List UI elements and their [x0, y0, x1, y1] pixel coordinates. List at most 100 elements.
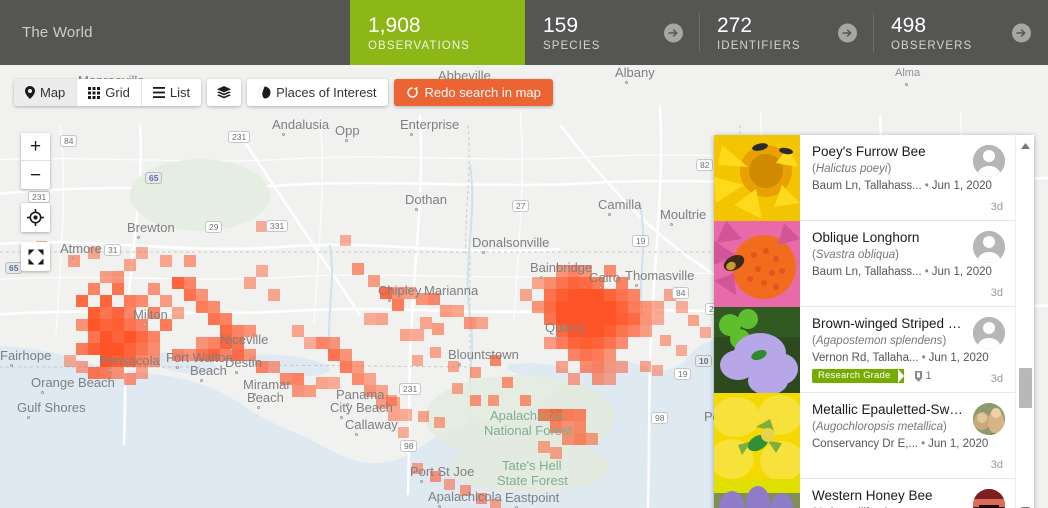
- map-view-toggle-group: Map Grid List: [14, 79, 202, 106]
- map-viewport[interactable]: MonroevilleAbbevilleAlbanyAlmaAndalusiaO…: [0, 65, 1048, 508]
- stat-observers[interactable]: 498 OBSERVERS: [873, 0, 1047, 65]
- observation-location: Conservancy Dr E,...: [812, 438, 919, 450]
- observation-time-ago: 3d: [990, 201, 1003, 213]
- observation-common-name[interactable]: Western Honey Bee: [812, 488, 964, 504]
- places-of-interest-label: Places of Interest: [276, 85, 377, 100]
- stat-species[interactable]: 159 SPECIES: [525, 0, 699, 65]
- bee-on-yellow-sunflower-image: [714, 135, 800, 221]
- arrow-right-icon: [668, 28, 678, 37]
- observation-location: Vernon Rd, Tallaha...: [812, 352, 919, 364]
- observation-location-date: Baum Ln, Tallahass... • Jun 1, 2020: [812, 179, 1005, 193]
- fullscreen-button[interactable]: [21, 242, 50, 271]
- observer-avatar[interactable]: [973, 145, 1005, 177]
- stat-arrow-button[interactable]: [1012, 23, 1031, 42]
- observation-details: Metallic Epauletted-Sweat ...(Augochloro…: [800, 393, 1015, 478]
- avatar-placeholder-icon: [973, 145, 1005, 177]
- scroll-down-arrow[interactable]: [1016, 501, 1035, 508]
- observation-date: Jun 1, 2020: [931, 266, 992, 278]
- stat-arrow-button[interactable]: [838, 23, 857, 42]
- grid-view-button[interactable]: Grid: [77, 79, 142, 106]
- research-grade-badge: Research Grade: [812, 369, 904, 383]
- stats-header-bar: The World 1,908 OBSERVATIONS 159 SPECIES 272…: [0, 0, 1048, 65]
- observation-row[interactable]: Poey's Furrow Bee (Halictus poeyi) Baum Ln…: [714, 135, 1015, 221]
- observation-thumbnail[interactable]: [714, 135, 800, 221]
- meta-separator: •: [921, 352, 926, 364]
- bee-on-pink-coneflower-image: [714, 221, 800, 307]
- locate-me-button[interactable]: [21, 203, 50, 232]
- observation-date: Jun 1, 2020: [928, 438, 989, 450]
- observation-common-name[interactable]: Brown-winged Striped Swe...: [812, 316, 964, 332]
- green-bee-on-yellow-flower-image: [714, 393, 800, 479]
- places-of-interest-group: Places of Interest: [247, 79, 388, 106]
- caret-up-icon: [1021, 142, 1030, 149]
- stat-identifiers[interactable]: 272 IDENTIFIERS: [699, 0, 873, 65]
- observation-thumbnail[interactable]: [714, 221, 800, 307]
- place-name[interactable]: The World: [0, 0, 350, 65]
- places-of-interest-button[interactable]: Places of Interest: [247, 79, 388, 106]
- stat-arrow-button[interactable]: [664, 23, 683, 42]
- observation-row[interactable]: Western Honey Bee(Apis mellifera): [714, 479, 1015, 508]
- identification-count-value: 1: [925, 370, 932, 382]
- zoom-out-button[interactable]: −: [21, 161, 50, 189]
- observation-location-date: Baum Ln, Tallahass... • Jun 1, 2020: [812, 265, 1005, 279]
- arrow-right-icon: [842, 28, 852, 37]
- grid-view-label: Grid: [105, 85, 130, 100]
- observation-common-name[interactable]: Metallic Epauletted-Sweat ...: [812, 402, 964, 418]
- results-scrollbar[interactable]: [1015, 135, 1034, 508]
- observation-common-name[interactable]: Poey's Furrow Bee: [812, 144, 964, 160]
- refresh-icon: [406, 86, 418, 98]
- observation-date: Jun 1, 2020: [928, 352, 989, 364]
- observation-details: Oblique Longhorn (Svastra obliqua) Baum Ln…: [800, 221, 1015, 306]
- stat-value: 1,908: [368, 13, 421, 37]
- observation-row[interactable]: Oblique Longhorn (Svastra obliqua) Baum Ln…: [714, 221, 1015, 307]
- observation-time-ago: 3d: [990, 459, 1003, 471]
- layers-icon: [217, 86, 232, 99]
- meta-separator: •: [924, 180, 929, 192]
- pin-icon: [25, 86, 35, 99]
- observer-avatar[interactable]: [973, 489, 1005, 508]
- observations-results-panel: Poey's Furrow Bee (Halictus poeyi) Baum Ln…: [714, 135, 1034, 508]
- avatar-placeholder-icon: [973, 231, 1005, 263]
- meta-separator: •: [921, 438, 926, 450]
- observation-details: Poey's Furrow Bee (Halictus poeyi) Baum Ln…: [800, 135, 1015, 220]
- observations-list[interactable]: Poey's Furrow Bee (Halictus poeyi) Baum Ln…: [714, 135, 1015, 508]
- observation-location: Baum Ln, Tallahass...: [812, 180, 922, 192]
- map-toolbar: Map Grid List Places of Interest Redo se…: [14, 79, 553, 106]
- map-layers-group: [207, 79, 242, 106]
- green-bee-on-purple-flower-image: [714, 307, 800, 393]
- inaturalist-explore-page: MonroevilleAbbevilleAlbanyAlmaAndalusiaO…: [0, 0, 1048, 508]
- arrow-right-icon: [1016, 28, 1026, 37]
- observation-thumbnail[interactable]: [714, 393, 800, 479]
- observation-location: Baum Ln, Tallahass...: [812, 266, 922, 278]
- stat-observations[interactable]: 1,908 OBSERVATIONS: [350, 0, 525, 65]
- avatar-photo-sunset-icon: [973, 489, 1005, 508]
- list-view-button[interactable]: List: [141, 79, 202, 106]
- observation-details: Western Honey Bee(Apis mellifera): [800, 479, 1015, 508]
- observation-location-date: Vernon Rd, Tallaha... • Jun 1, 2020: [812, 351, 1005, 365]
- observer-avatar[interactable]: [973, 231, 1005, 263]
- observation-row[interactable]: Metallic Epauletted-Sweat ...(Augochloro…: [714, 393, 1015, 479]
- observer-avatar[interactable]: [973, 317, 1005, 349]
- observation-thumbnail[interactable]: [714, 479, 800, 508]
- observation-time-ago: 3d: [990, 287, 1003, 299]
- scrollbar-thumb[interactable]: [1019, 368, 1032, 408]
- observation-location-date: Conservancy Dr E,... • Jun 1, 2020: [812, 437, 1005, 451]
- observation-row[interactable]: Brown-winged Striped Swe...(Agapostemon …: [714, 307, 1015, 393]
- identification-icon: [914, 370, 922, 382]
- stat-label: OBSERVATIONS: [368, 39, 471, 52]
- stat-divider: [873, 13, 874, 52]
- layers-button[interactable]: [207, 79, 242, 106]
- observation-common-name[interactable]: Oblique Longhorn: [812, 230, 964, 246]
- map-view-label: Map: [40, 85, 66, 100]
- observation-details: Brown-winged Striped Swe...(Agapostemon …: [800, 307, 1015, 392]
- observation-date: Jun 1, 2020: [931, 180, 992, 192]
- observer-avatar[interactable]: [973, 403, 1005, 435]
- redo-search-button[interactable]: Redo search in map: [393, 79, 553, 106]
- honeybee-on-purple-salvia-image: [714, 479, 800, 508]
- zoom-in-button[interactable]: +: [21, 133, 50, 161]
- observation-thumbnail[interactable]: [714, 307, 800, 393]
- scroll-up-arrow[interactable]: [1016, 137, 1035, 154]
- avatar-photo-people-icon: [973, 403, 1005, 435]
- crosshair-icon: [27, 209, 44, 226]
- map-view-button[interactable]: Map: [14, 79, 78, 106]
